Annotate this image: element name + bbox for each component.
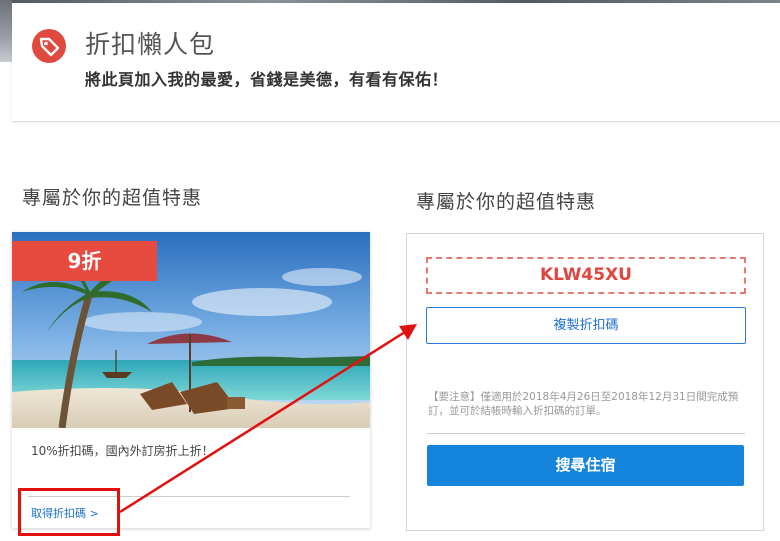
left-section-title: 專屬於你的超值特惠 [22, 187, 203, 209]
banner-subtitle: 將此頁加入我的最愛，省錢是美德，有看有保佑！ [85, 70, 449, 89]
notice-text: 【要注意】僅適用於2018年4月26日至2018年12月31日間完成預訂，並可於… [428, 391, 739, 417]
page: 折扣懶人包 將此頁加入我的最愛，省錢是美德，有看有保佑！ 專屬於你的超值特惠 專… [0, 0, 780, 541]
deal-card[interactable]: 9折 10%折扣碼，國內外訂房折上折！ 取得折扣碼 > [12, 232, 370, 528]
banner: 折扣懶人包 將此頁加入我的最愛，省錢是美德，有看有保佑！ [12, 3, 780, 122]
annotation-highlight-box [18, 488, 120, 536]
discount-badge: 9折 [12, 241, 157, 281]
search-lodging-button[interactable]: 搜尋住宿 [427, 445, 744, 486]
copy-coupon-button[interactable]: 複製折扣碼 [426, 307, 746, 344]
background-strip [0, 0, 12, 62]
coupon-panel: KLW45XU 複製折扣碼 【要注意】僅適用於2018年4月26日至2018年1… [406, 233, 764, 531]
tag-icon [32, 29, 66, 63]
tropical-beach-photo: 9折 [12, 232, 370, 428]
coupon-code: KLW45XU [426, 257, 746, 294]
divider [427, 433, 745, 434]
deal-description: 10%折扣碼，國內外訂房折上折！ [31, 444, 214, 458]
banner-title: 折扣懶人包 [85, 30, 216, 59]
right-section-title: 專屬於你的超值特惠 [416, 191, 597, 213]
